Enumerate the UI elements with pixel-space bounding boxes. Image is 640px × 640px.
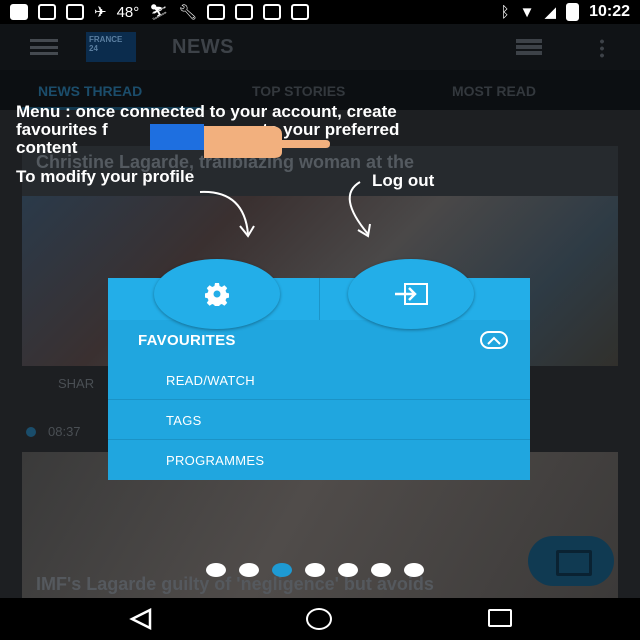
flipboard-icon xyxy=(66,4,84,20)
page-dot[interactable] xyxy=(404,563,424,577)
page-dot[interactable] xyxy=(338,563,358,577)
profile-hint-text: To modify your profile xyxy=(16,167,195,186)
temperature-label: 48° xyxy=(116,3,140,21)
wrench-icon: 🔧︎ xyxy=(178,4,198,21)
wifi-icon: ▼ xyxy=(519,3,535,21)
timeline-dot-icon xyxy=(26,427,36,437)
battery-icon xyxy=(566,3,580,21)
news-card-title: IMF's Lagarde guilty of 'negligence' but… xyxy=(36,574,434,594)
page-indicator xyxy=(206,563,424,577)
navigation-bar xyxy=(0,598,640,640)
share-button[interactable]: SHAR xyxy=(58,376,94,391)
page-dot[interactable] xyxy=(206,563,226,577)
divider xyxy=(319,278,320,320)
live-tv-button[interactable] xyxy=(528,536,614,586)
cat-icon xyxy=(263,4,282,20)
page-dot[interactable] xyxy=(239,563,259,577)
settings-button[interactable] xyxy=(154,259,280,329)
status-bar: ✈ 48° ⛷ 🔧︎ ᛒ ▼ ◢ 10:22 xyxy=(0,0,640,24)
page-dot-active[interactable] xyxy=(272,563,292,577)
recent-apps-icon[interactable] xyxy=(488,609,512,627)
menu-item-read-watch[interactable]: READ/WATCH xyxy=(108,360,530,400)
skier-icon: ⛷ xyxy=(149,4,169,21)
back-icon[interactable] xyxy=(128,608,154,630)
clock: 10:22 xyxy=(589,3,630,20)
signal-icon: ◢ xyxy=(544,4,557,21)
page-dot[interactable] xyxy=(371,563,391,577)
favourites-header[interactable]: FAVOURITES xyxy=(138,332,236,349)
flipboard-icon xyxy=(291,4,310,20)
hamburger-menu-icon[interactable] xyxy=(30,39,58,55)
game-icon xyxy=(207,4,226,20)
tab-news-thread[interactable]: NEWS THREAD xyxy=(38,83,142,99)
page-title: NEWS xyxy=(172,36,234,58)
page-dot[interactable] xyxy=(305,563,325,577)
home-icon[interactable] xyxy=(306,608,332,630)
app-bar: FRANCE 24 NEWS xyxy=(0,24,640,70)
more-options-icon[interactable] xyxy=(600,38,604,58)
plane-icon: ✈ xyxy=(94,4,107,21)
logout-button[interactable] xyxy=(348,259,474,329)
logout-hint-text: Log out xyxy=(372,171,435,190)
cycle-icon xyxy=(235,4,254,20)
tab-most-read[interactable]: MOST READ xyxy=(452,83,536,99)
menu-item-label: PROGRAMMES xyxy=(166,453,265,468)
flipboard-icon xyxy=(38,4,56,20)
tab-top-stories[interactable]: TOP STORIES xyxy=(252,83,345,99)
messages-icon xyxy=(10,4,28,20)
menu-item-programmes[interactable]: PROGRAMMES xyxy=(108,440,530,480)
pointing-hand-icon xyxy=(150,124,330,158)
france24-logo: FRANCE 24 xyxy=(86,32,136,62)
chevron-up-icon[interactable] xyxy=(480,331,508,349)
news-timestamp: 08:37 xyxy=(48,424,81,439)
curved-arrow-icon xyxy=(348,181,371,238)
menu-item-tags[interactable]: TAGS xyxy=(108,400,530,440)
list-view-icon[interactable] xyxy=(516,39,542,55)
menu-item-label: TAGS xyxy=(166,413,202,428)
bluetooth-icon: ᛒ xyxy=(500,3,510,21)
curved-arrow-icon xyxy=(199,190,255,238)
menu-item-label: READ/WATCH xyxy=(166,373,255,388)
logout-icon xyxy=(395,283,428,305)
gear-icon xyxy=(205,283,229,306)
